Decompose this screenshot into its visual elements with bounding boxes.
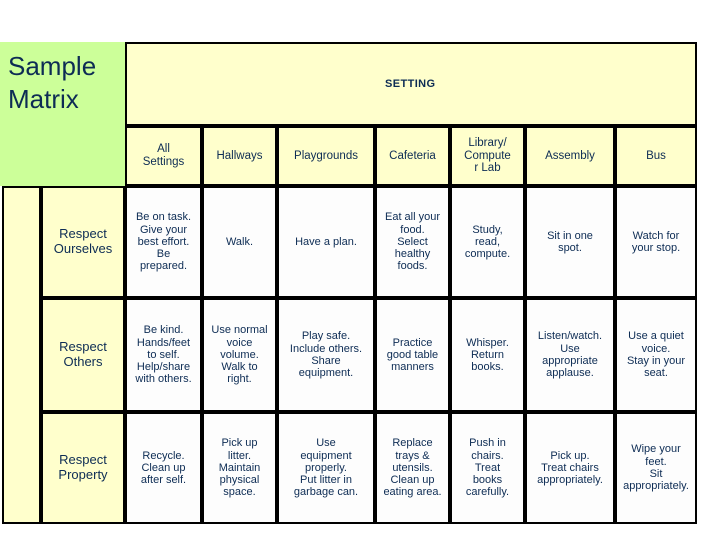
column-header-2: Playgrounds: [277, 126, 375, 186]
column-header-label: Playgrounds: [294, 149, 358, 162]
matrix-cell-r2-c0: Recycle. Clean up after self.: [125, 412, 202, 524]
matrix-cell-r2-c1: Pick up litter. Maintain physical space.: [202, 412, 277, 524]
matrix-cell-r2-c4: Push in chairs. Treat books carefully.: [450, 412, 525, 524]
row-header-label: Respect Property: [58, 452, 108, 482]
column-header-0: All Settings: [125, 126, 202, 186]
matrix-cell-r0-c2: Have a plan.: [277, 186, 375, 298]
matrix-cell-r0-c1: Walk.: [202, 186, 277, 298]
column-header-3: Cafeteria: [375, 126, 450, 186]
matrix-cell-r1-c3: Practice good table manners: [375, 298, 450, 412]
column-header-6: Bus: [615, 126, 697, 186]
matrix-cell-r0-c6: Watch for your stop.: [615, 186, 697, 298]
matrix-cell-text: Study, read, compute.: [464, 223, 511, 261]
matrix-cell-r1-c6: Use a quiet voice. Stay in your seat.: [615, 298, 697, 412]
setting-banner-label: SETTING: [385, 78, 436, 90]
matrix-cell-text: Use normal voice volume. Walk to right.: [211, 324, 268, 386]
matrix-cell-text: Be kind. Hands/feet to self. Help/share …: [135, 324, 192, 386]
matrix-cell-text: Replace trays & utensils. Clean up eatin…: [383, 437, 442, 499]
matrix-cell-text: Wipe your feet. Sit appropriately.: [623, 443, 689, 493]
column-header-label: Bus: [646, 149, 666, 162]
column-header-label: Cafeteria: [389, 149, 436, 162]
matrix-cell-text: Pick up litter. Maintain physical space.: [218, 437, 261, 499]
row-header-0: Respect Ourselves: [41, 186, 125, 298]
matrix-cell-text: Be on task. Give your best effort. Be pr…: [135, 211, 192, 273]
matrix-cell-text: Watch for your stop.: [631, 229, 681, 254]
matrix-cell-r0-c0: Be on task. Give your best effort. Be pr…: [125, 186, 202, 298]
matrix-cell-r2-c6: Wipe your feet. Sit appropriately.: [615, 412, 697, 524]
row-header-1: Respect Others: [41, 298, 125, 412]
matrix-cell-text: Whisper. Return books.: [466, 336, 509, 374]
row-header-label: Respect Others: [59, 339, 107, 369]
matrix-cell-text: Practice good table manners: [386, 336, 439, 374]
matrix-cell-text: Use equipment properly. Put litter in ga…: [293, 437, 359, 499]
matrix-cell-r0-c4: Study, read, compute.: [450, 186, 525, 298]
matrix-cell-text: Use a quiet voice. Stay in your seat.: [626, 330, 686, 380]
column-header-label: Hallways: [216, 149, 263, 162]
matrix-cell-r1-c4: Whisper. Return books.: [450, 298, 525, 412]
matrix-cell-text: Push in chairs. Treat books carefully.: [465, 437, 510, 499]
matrix-cell-text: Sit in one spot.: [547, 229, 593, 254]
matrix-cell-r1-c1: Use normal voice volume. Walk to right.: [202, 298, 277, 412]
matrix-cell-r1-c5: Listen/watch. Use appropriate applause.: [525, 298, 615, 412]
matrix-poster: Sample Matrix SETTING All Settings Hallwa…: [0, 0, 720, 540]
row-header-label: Respect Ourselves: [53, 226, 113, 256]
blank-left-column: [2, 186, 41, 524]
matrix-cell-r2-c3: Replace trays & utensils. Clean up eatin…: [375, 412, 450, 524]
matrix-cell-text: Eat all your food. Select healthy foods.: [384, 211, 441, 273]
matrix-cell-r2-c2: Use equipment properly. Put litter in ga…: [277, 412, 375, 524]
column-header-label: Library/ Compute r Lab: [464, 136, 511, 175]
row-header-2: Respect Property: [41, 412, 125, 524]
column-header-5: Assembly: [525, 126, 615, 186]
matrix-cell-text: Pick up. Treat chairs appropriately.: [537, 449, 603, 487]
page-title: Sample Matrix: [8, 51, 97, 114]
column-header-1: Hallways: [202, 126, 277, 186]
matrix-cell-r2-c5: Pick up. Treat chairs appropriately.: [525, 412, 615, 524]
matrix-cell-text: Play safe. Include others. Share equipme…: [289, 330, 363, 380]
matrix-cell-text: Listen/watch. Use appropriate applause.: [537, 330, 603, 380]
column-header-label: Assembly: [545, 149, 595, 162]
matrix-cell-text: Walk.: [225, 235, 254, 248]
column-header-4: Library/ Compute r Lab: [450, 126, 525, 186]
matrix-cell-r0-c5: Sit in one spot.: [525, 186, 615, 298]
matrix-cell-text: Recycle. Clean up after self.: [140, 449, 187, 487]
matrix-cell-r1-c0: Be kind. Hands/feet to self. Help/share …: [125, 298, 202, 412]
matrix-cell-r0-c3: Eat all your food. Select healthy foods.: [375, 186, 450, 298]
poster-title-block: Sample Matrix: [0, 42, 125, 186]
column-header-label: All Settings: [142, 143, 185, 168]
matrix-cell-text: Have a plan.: [295, 235, 357, 248]
setting-banner: SETTING: [125, 42, 697, 126]
matrix-cell-r1-c2: Play safe. Include others. Share equipme…: [277, 298, 375, 412]
